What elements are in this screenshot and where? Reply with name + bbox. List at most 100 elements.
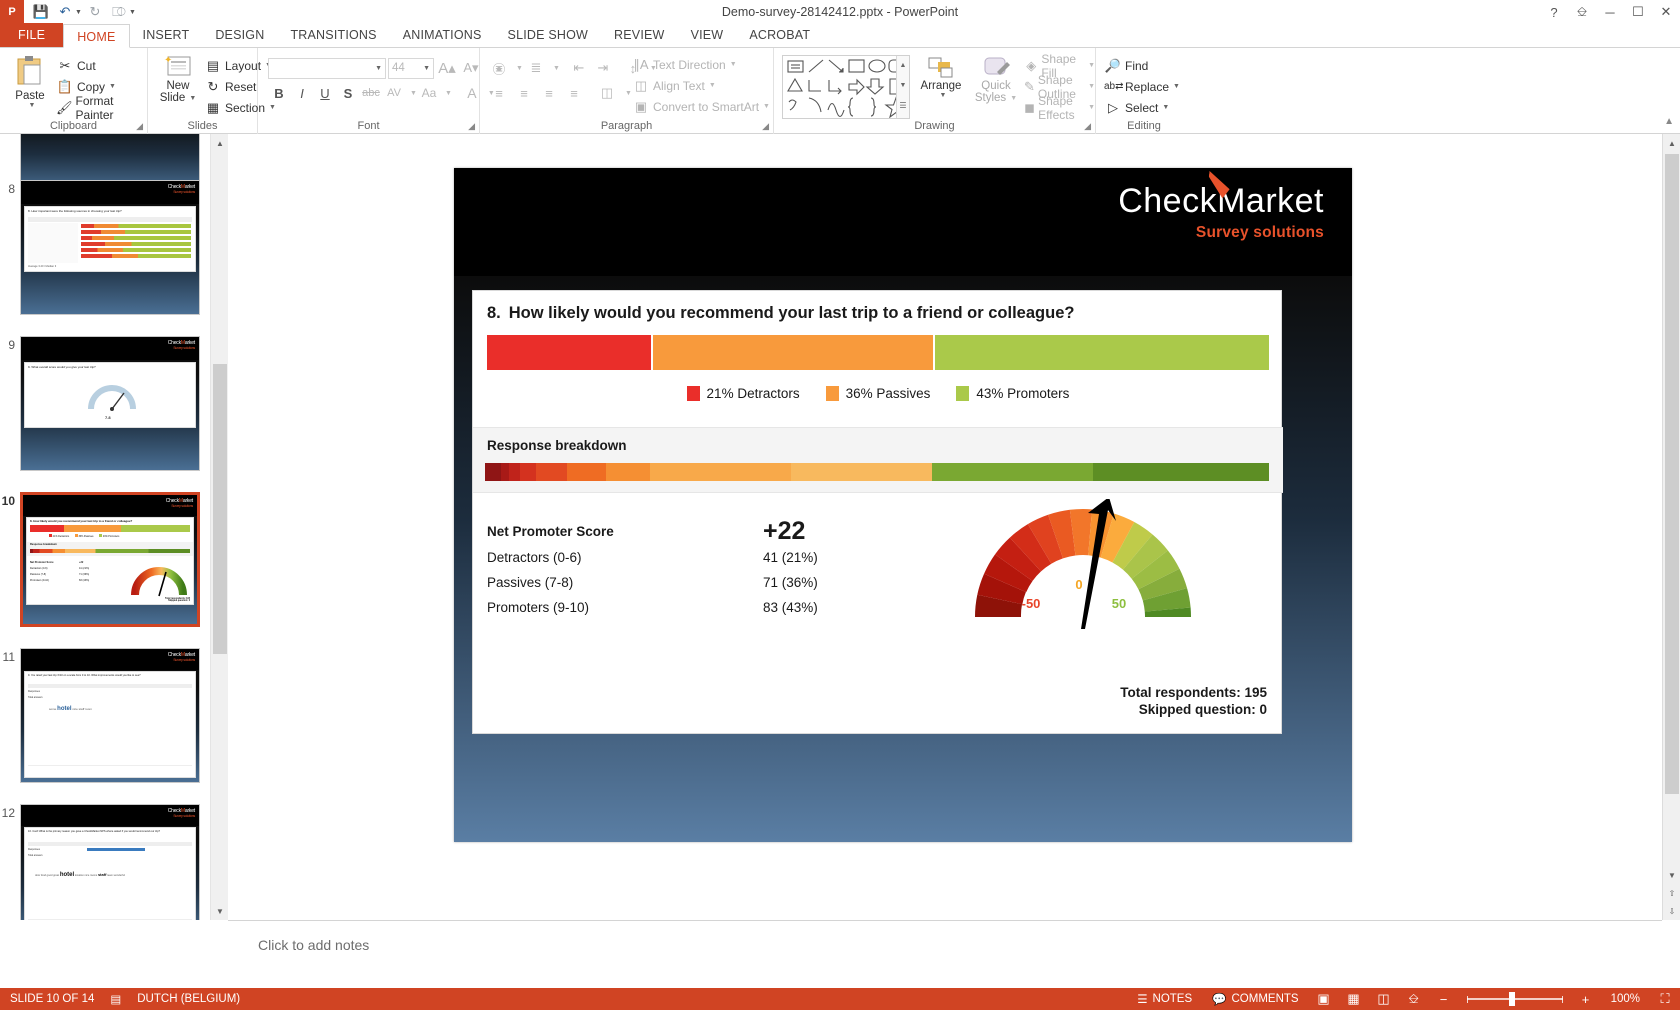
zoom-in-button[interactable]: +	[1571, 988, 1601, 1010]
slideshow-view-icon[interactable]: ⎒	[1399, 988, 1429, 1010]
quick-styles-button[interactable]: Quick Styles ▼	[970, 56, 1022, 104]
shapes-more-icon[interactable]: ☰	[897, 96, 909, 116]
font-name-input[interactable]: ▼	[268, 57, 386, 79]
replace-button[interactable]: ab⇄ Replace ▼	[1104, 76, 1180, 97]
ribbon-display-options-icon[interactable]: ⎒	[1568, 0, 1596, 24]
shapes-scroll-down-icon[interactable]: ▼	[897, 76, 909, 96]
align-text-button[interactable]: ◫ Align Text ▼	[632, 75, 770, 96]
align-right-button[interactable]: ≡	[538, 82, 560, 104]
tab-home[interactable]: HOME	[63, 24, 130, 48]
previous-slide-icon[interactable]: ⇧	[1663, 884, 1680, 902]
help-icon[interactable]: ?	[1540, 0, 1568, 24]
reading-view-icon[interactable]: ◫	[1369, 988, 1399, 1010]
underline-button[interactable]: U	[314, 82, 336, 104]
thumbnail-slide-9[interactable]: CheckMarket Survey solutions 9. What over…	[20, 336, 200, 471]
paste-button[interactable]: Paste ▼	[8, 54, 52, 109]
replace-dropdown-icon[interactable]: ▼	[1173, 83, 1180, 90]
change-case-button[interactable]: Aa	[418, 82, 440, 104]
tab-acrobat[interactable]: ACROBAT	[736, 23, 823, 47]
thumbnail-slide-8[interactable]: CheckMarket Survey solutions 8. How impor…	[20, 180, 200, 315]
slide-editing-area[interactable]: CheckMarket Survey solutions 8. How likel…	[228, 134, 1662, 920]
tab-view[interactable]: VIEW	[678, 23, 737, 47]
thumbnail-row-12[interactable]: 12 CheckMarket Survey solutions 10. Cool!…	[0, 804, 227, 920]
decrease-font-size-icon[interactable]: A▾	[460, 57, 482, 79]
align-text-dropdown-icon[interactable]: ▼	[709, 82, 716, 89]
thumbnail-row-10[interactable]: 10 CheckMarket Survey solutions 8. How li…	[0, 492, 227, 627]
fit-slide-to-window-icon[interactable]: ⛶	[1650, 988, 1680, 1010]
slide-thumbnail-pane[interactable]: 7 8 CheckMarketSurvey solutions 8. How i…	[0, 134, 228, 920]
character-spacing-dropdown-icon[interactable]: ▼	[410, 90, 417, 97]
slide-area-scrollbar[interactable]: ▲ ▼ ⇧ ⇩	[1662, 134, 1680, 920]
tab-transitions[interactable]: TRANSITIONS	[277, 23, 389, 47]
restore-icon[interactable]: ☐	[1624, 0, 1652, 24]
zoom-slider[interactable]	[1466, 988, 1563, 1010]
increase-indent-button[interactable]: ⇥	[592, 57, 614, 79]
save-icon[interactable]: 💾	[30, 1, 52, 23]
find-button[interactable]: 🔎 Find	[1104, 55, 1180, 76]
bullets-button[interactable]: ≡	[488, 57, 510, 79]
shape-fill-dropdown-icon[interactable]: ▼	[1088, 62, 1095, 69]
smartart-dropdown-icon[interactable]: ▼	[763, 103, 770, 110]
slide-scroll-thumb[interactable]	[1665, 154, 1679, 794]
zoom-out-button[interactable]: −	[1429, 988, 1459, 1010]
notes-button[interactable]: ☰ NOTES	[1127, 988, 1202, 1010]
thumbnail-slide-10[interactable]: CheckMarket Survey solutions 8. How likel…	[20, 492, 200, 627]
slide-scroll-up-icon[interactable]: ▲	[1663, 134, 1680, 152]
ribbon-tabs[interactable]: FILE HOME INSERT DESIGN TRANSITIONS ANIM…	[0, 23, 1680, 48]
columns-button[interactable]: ◫	[596, 82, 618, 104]
thumbnail-row-9[interactable]: 9 CheckMarket Survey solutions 9. What ov…	[0, 336, 227, 471]
format-painter-button[interactable]: 🖌 Format Painter	[56, 94, 147, 122]
slide-sorter-view-icon[interactable]: ▦	[1339, 988, 1369, 1010]
current-slide[interactable]: CheckMarket Survey solutions 8. How likel…	[454, 168, 1352, 842]
align-center-button[interactable]: ≡	[513, 82, 535, 104]
thumbnail-row-8[interactable]: 8 CheckMarket Survey solutions 8. How imp…	[0, 180, 227, 315]
shape-effects-dropdown-icon[interactable]: ▼	[1088, 104, 1095, 111]
shapes-scroll-up-icon[interactable]: ▲	[897, 56, 909, 76]
new-slide-button[interactable]: ✦ New Slide ▼	[156, 54, 200, 104]
tab-review[interactable]: REVIEW	[601, 23, 678, 47]
character-spacing-button[interactable]: AV	[383, 82, 405, 104]
undo-dropdown-icon[interactable]: ▼	[75, 9, 82, 16]
language-indicator[interactable]: DUTCH (BELGIUM)	[127, 988, 250, 1010]
redo-icon[interactable]: ↻	[84, 1, 106, 23]
thumbnail-pane-scrollbar[interactable]: ▲ ▼	[210, 134, 229, 920]
zoom-slider-handle[interactable]	[1508, 992, 1515, 1006]
drawing-dialog-launcher[interactable]: ◢	[1084, 121, 1091, 132]
notes-placeholder[interactable]: Click to add notes	[258, 937, 369, 953]
shape-effects-button[interactable]: ◼ Shape Effects ▼	[1024, 94, 1095, 122]
copy-dropdown-icon[interactable]: ▼	[109, 83, 116, 90]
thumbnail-row-11[interactable]: 11 CheckMarket Survey solutions 9. You ra…	[0, 648, 227, 783]
arrange-dropdown-icon[interactable]: ▼	[940, 92, 947, 99]
slide-scroll-down-icon[interactable]: ▼	[1663, 866, 1680, 884]
shape-outline-dropdown-icon[interactable]: ▼	[1088, 83, 1095, 90]
new-slide-dropdown-icon[interactable]: ▼	[189, 95, 196, 102]
thumb-scroll-down-icon[interactable]: ▼	[211, 902, 229, 920]
increase-font-size-icon[interactable]: A▴	[436, 57, 458, 79]
arrange-button[interactable]: Arrange ▼	[916, 56, 966, 99]
minimize-icon[interactable]: ─	[1596, 0, 1624, 24]
numbering-dropdown-icon[interactable]: ▼	[553, 65, 560, 72]
convert-to-smartart-button[interactable]: ▣ Convert to SmartArt ▼	[632, 96, 770, 117]
font-dialog-launcher[interactable]: ◢	[468, 121, 475, 132]
slide-indicator[interactable]: SLIDE 10 OF 14	[0, 988, 104, 1010]
clipboard-dialog-launcher[interactable]: ◢	[136, 121, 143, 132]
tab-file[interactable]: FILE	[0, 23, 64, 47]
start-slideshow-icon[interactable]: ⎄	[108, 1, 130, 23]
font-size-dropdown-icon[interactable]: ▼	[423, 65, 430, 72]
text-shadow-button[interactable]: S	[337, 82, 359, 104]
decrease-indent-button[interactable]: ⇤	[568, 57, 590, 79]
thumbnail-slide-11[interactable]: CheckMarket Survey solutions 9. You rated…	[20, 648, 200, 783]
tab-insert[interactable]: INSERT	[130, 23, 203, 47]
paragraph-dialog-launcher[interactable]: ◢	[762, 121, 769, 132]
tab-animations[interactable]: ANIMATIONS	[390, 23, 495, 47]
tab-design[interactable]: DESIGN	[202, 23, 277, 47]
collapse-ribbon-icon[interactable]: ▲	[1664, 116, 1674, 127]
customize-qat-icon[interactable]: ▼	[129, 9, 136, 16]
shapes-gallery[interactable]: ▲ ▼ ☰	[782, 55, 910, 119]
font-name-dropdown-icon[interactable]: ▼	[375, 65, 382, 72]
font-size-input[interactable]: 44 ▼	[388, 57, 434, 79]
bold-button[interactable]: B	[268, 82, 290, 104]
text-direction-dropdown-icon[interactable]: ▼	[730, 61, 737, 68]
theme-icon[interactable]: ▤	[104, 988, 127, 1010]
change-case-dropdown-icon[interactable]: ▼	[445, 90, 452, 97]
